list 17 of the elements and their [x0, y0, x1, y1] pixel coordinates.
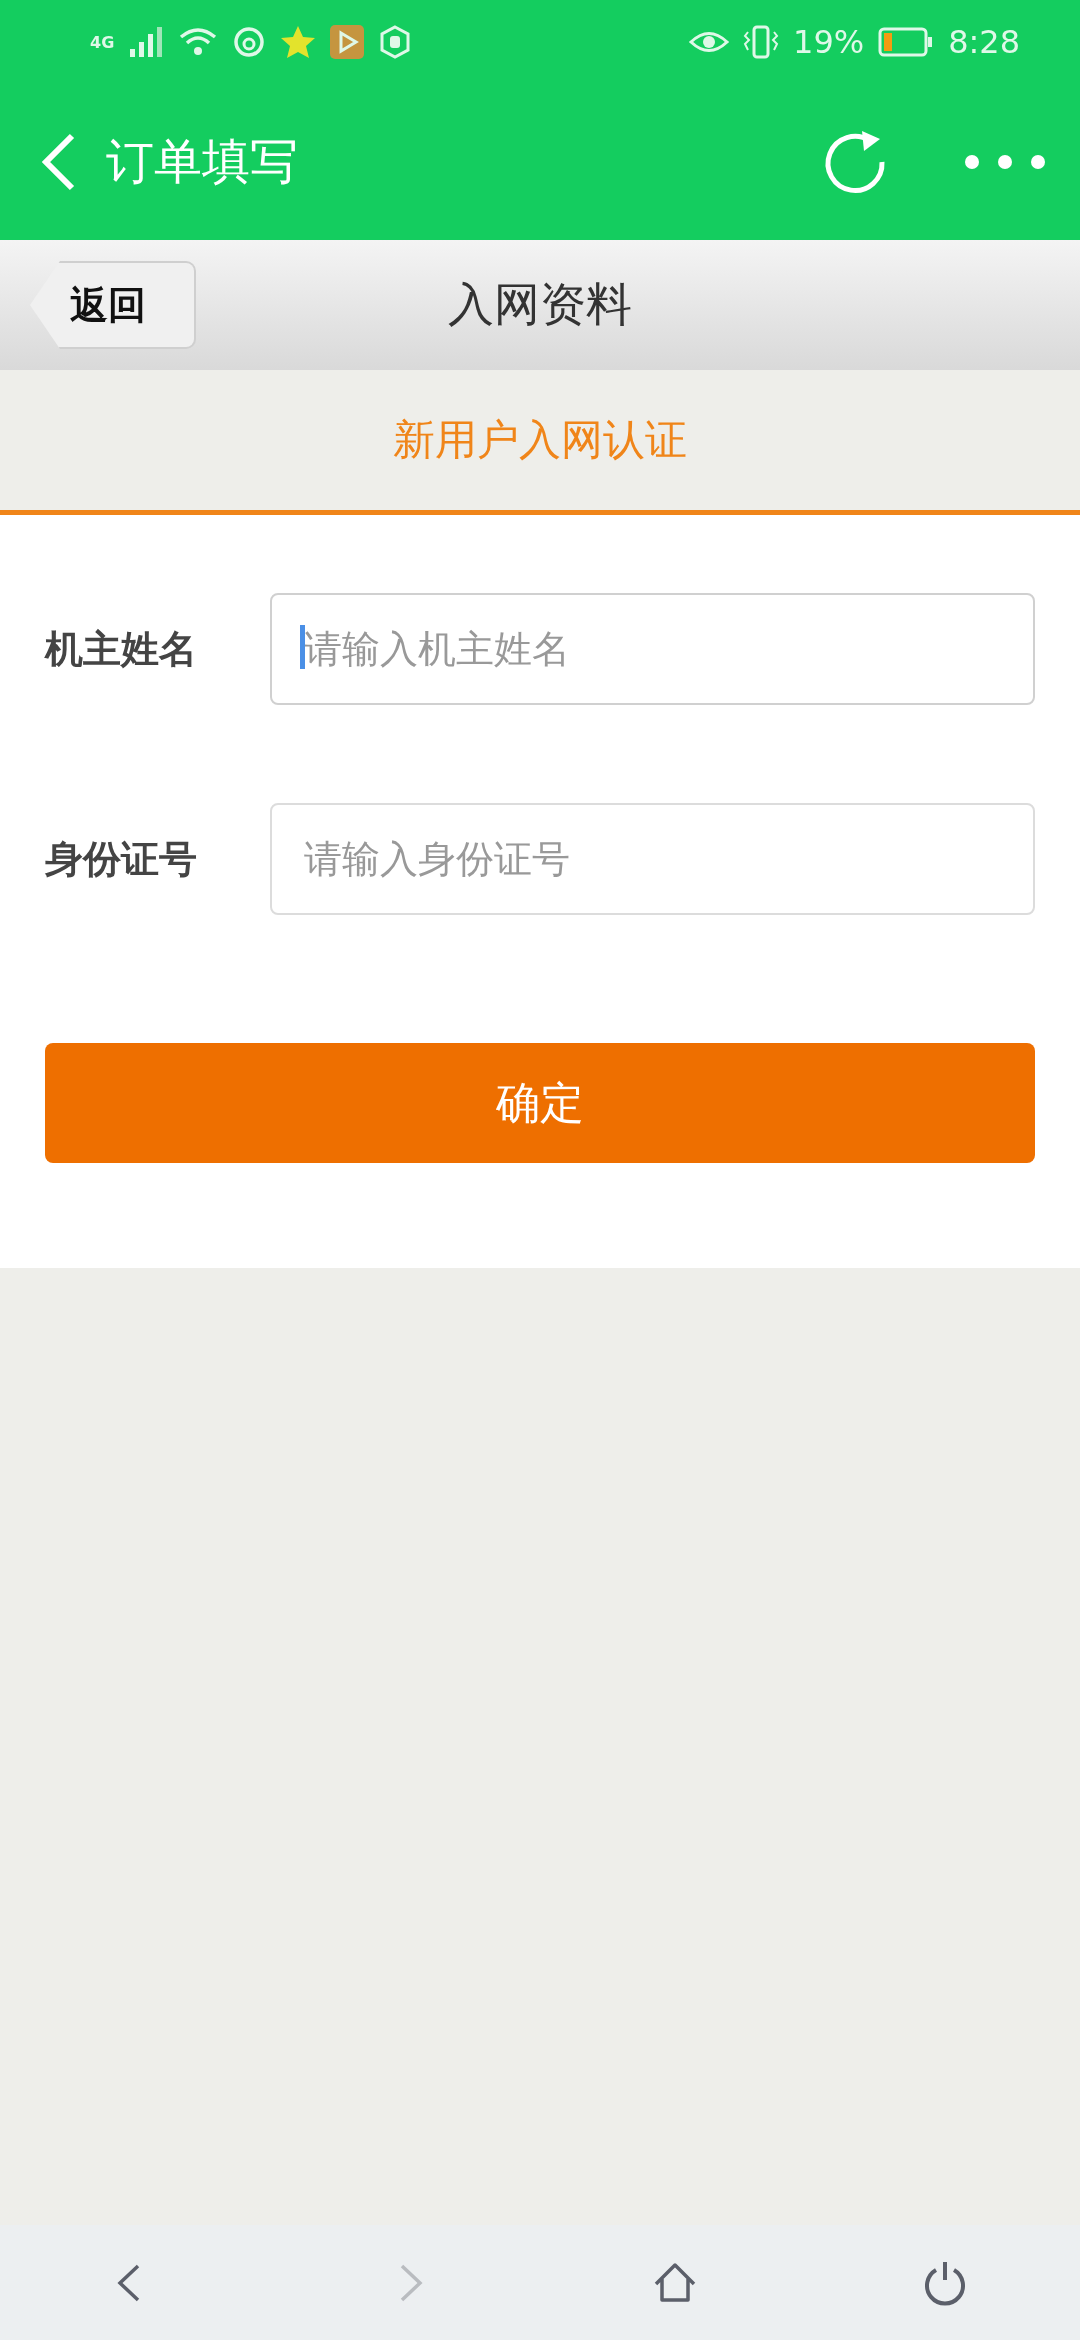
text-cursor	[300, 625, 305, 669]
vibrate-icon	[743, 24, 779, 60]
back-button[interactable]: 返回	[30, 261, 196, 349]
network-type: 4G	[90, 32, 115, 52]
battery-icon	[878, 27, 935, 57]
battery-percent: 19%	[793, 23, 865, 61]
star-icon	[280, 25, 317, 59]
clock: 8:28	[948, 23, 1020, 61]
nav-title: 入网资料	[448, 276, 632, 333]
signal-icon	[128, 25, 165, 59]
section-title: 新用户入网认证	[393, 414, 687, 466]
input-field[interactable]: 请输入机主姓名	[270, 593, 1035, 705]
field-label: 身份证号	[45, 835, 198, 883]
field-label: 机主姓名	[45, 625, 198, 673]
input-field[interactable]: 请输入身份证号	[270, 803, 1035, 915]
page-title: 订单填写	[106, 132, 299, 191]
play-icon	[330, 25, 365, 59]
